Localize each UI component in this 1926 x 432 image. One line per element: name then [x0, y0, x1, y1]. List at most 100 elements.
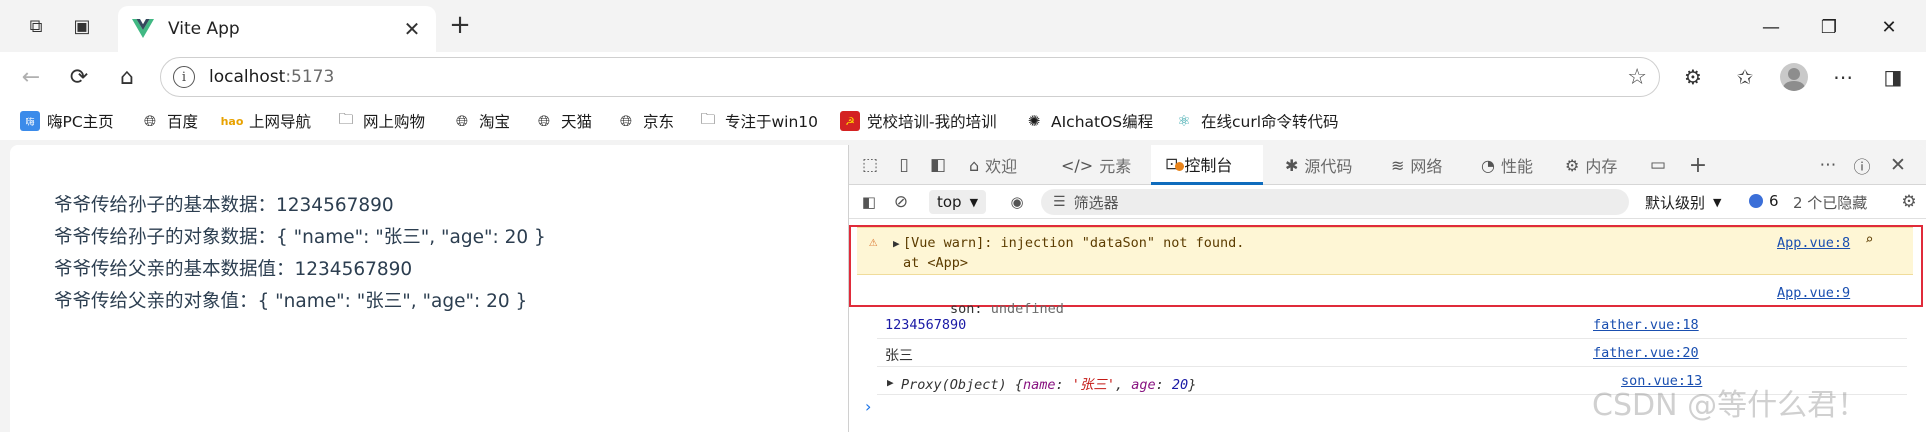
- back-icon[interactable]: ←: [14, 60, 48, 94]
- console-log-row[interactable]: ▶ Proxy(Object) {name: '张三', age: 20} so…: [877, 367, 1907, 395]
- separator: :: [1155, 377, 1172, 393]
- tab-network[interactable]: ≋ 网络: [1383, 145, 1469, 185]
- bookmark-taobao[interactable]: 🌐︎ 淘宝: [452, 109, 510, 133]
- warning-component-trace: at <App>: [903, 255, 969, 271]
- address-bar[interactable]: i localhost:5173 ☆: [160, 57, 1660, 97]
- bookmark-aichatos[interactable]: ✺ AIchatOS编程: [1024, 109, 1153, 133]
- issues-counter[interactable]: 6: [1749, 192, 1779, 210]
- console-warning-row[interactable]: ⚠ ▶ [Vue warn]: injection "dataSon" not …: [857, 227, 1913, 275]
- caret-down-icon: ▼: [969, 195, 979, 209]
- url-port: :5173: [285, 67, 335, 87]
- brace: }: [1188, 377, 1197, 393]
- tab-label: 网络: [1410, 157, 1443, 176]
- clear-console-icon[interactable]: ⊘: [889, 191, 913, 213]
- browser-tab[interactable]: Vite App ✕: [118, 6, 436, 52]
- issues-count: 6: [1769, 192, 1779, 210]
- tab-label: 欢迎: [985, 157, 1018, 176]
- device-emulation-icon[interactable]: ▯: [891, 152, 917, 178]
- log-level-select[interactable]: 默认级别 ▼: [1645, 192, 1721, 213]
- restore-icon[interactable]: ❐: [1812, 14, 1846, 40]
- bookmark-label: 京东: [643, 113, 675, 131]
- close-window-icon[interactable]: ✕: [1872, 14, 1906, 40]
- source-link[interactable]: son.vue:13: [1621, 373, 1702, 389]
- globe-icon: 🌐︎: [143, 112, 156, 130]
- source-link[interactable]: App.vue:9: [1777, 285, 1850, 301]
- console-sidebar-icon[interactable]: ◧: [857, 191, 881, 213]
- workspaces-icon[interactable]: ⧉: [22, 12, 50, 40]
- proxy-type: Proxy(Object): [901, 377, 1007, 393]
- help-icon[interactable]: ⓘ: [1849, 152, 1875, 178]
- console-settings-gear-icon[interactable]: ⚙: [1897, 191, 1921, 213]
- tab-elements[interactable]: </> 元素: [1053, 145, 1137, 185]
- dock-icon[interactable]: ◧: [925, 152, 951, 178]
- brace: {: [1014, 377, 1023, 393]
- tab-sources[interactable]: ✱ 源代码: [1277, 145, 1375, 185]
- log-level-value: 默认级别: [1645, 194, 1706, 212]
- tab-label: 元素: [1099, 157, 1132, 176]
- url-host: localhost: [209, 67, 286, 87]
- devtools-menu-icon[interactable]: ⋯: [1815, 152, 1841, 178]
- expand-triangle-icon[interactable]: ▶: [887, 376, 894, 389]
- devtools-panel: ⬚ ▯ ◧ ⌂ 欢迎 </> 元素 ⊡ 控制台 ✱ 源代码 ≋ 网络 ◔ 性能 ⚙ 内存 ▭ …: [848, 145, 1926, 432]
- source-link[interactable]: App.vue:8: [1777, 235, 1850, 251]
- more-options-icon[interactable]: ⋯: [1826, 60, 1860, 94]
- tab-performance[interactable]: ◔ 性能: [1473, 145, 1553, 185]
- new-tab-icon[interactable]: +: [446, 12, 474, 38]
- expand-triangle-icon[interactable]: ▶: [893, 237, 900, 250]
- bookmark-hipc[interactable]: 嗨 嗨PC主页: [20, 109, 114, 133]
- log-number-value: 1234567890: [885, 317, 967, 333]
- bookmark-shopping[interactable]: 🗀 网上购物: [336, 109, 425, 133]
- tab-actions-icon[interactable]: ▣: [68, 12, 96, 40]
- tab-label: 控制台: [1184, 155, 1233, 175]
- page-text-line: 爷爷传给父亲的基本数据值：1234567890: [54, 259, 413, 280]
- favorites-icon[interactable]: ✩: [1728, 60, 1762, 94]
- tab-memory[interactable]: ⚙ 内存: [1557, 145, 1639, 185]
- bookmark-label: 党校培训-我的培训: [867, 113, 997, 131]
- site-info-icon[interactable]: i: [173, 66, 195, 88]
- bookmark-baidu[interactable]: 🌐︎ 百度: [140, 109, 198, 133]
- close-devtools-icon[interactable]: ✕: [1885, 152, 1911, 178]
- console-icon: ⊡: [1165, 154, 1184, 173]
- context-select[interactable]: top ▼: [929, 190, 987, 214]
- issues-icon: [1749, 194, 1763, 208]
- application-icon[interactable]: ▭: [1645, 152, 1671, 178]
- source-link[interactable]: father.vue:18: [1593, 317, 1699, 333]
- minimize-icon[interactable]: —: [1754, 14, 1788, 40]
- warning-badge: [1175, 162, 1184, 171]
- openai-icon: ✺: [1027, 112, 1041, 130]
- favorite-star-icon[interactable]: ☆: [1627, 65, 1647, 90]
- tab-console[interactable]: ⊡ 控制台: [1151, 145, 1263, 185]
- source-link[interactable]: father.vue:20: [1593, 345, 1699, 361]
- bookmark-label: 网上购物: [363, 113, 426, 131]
- bookmark-party-school[interactable]: ☭ 党校培训-我的培训: [840, 109, 997, 133]
- hipc-icon: 嗨: [20, 111, 40, 131]
- search-icon[interactable]: ⌕: [1865, 232, 1873, 248]
- bookmark-jd[interactable]: 🌐︎ 京东: [616, 109, 674, 133]
- home-icon[interactable]: ⌂: [110, 60, 144, 94]
- bookmark-hao[interactable]: hao 上网导航: [221, 109, 311, 133]
- profile-avatar[interactable]: [1780, 63, 1808, 91]
- separator: :: [1055, 377, 1072, 393]
- inspect-icon[interactable]: ⬚: [857, 152, 883, 178]
- tab-welcome[interactable]: ⌂ 欢迎: [961, 145, 1047, 185]
- bookmark-label: 嗨PC主页: [47, 113, 114, 131]
- tab-label: 性能: [1500, 157, 1533, 176]
- page-viewport: 爷爷传给孙子的基本数据：1234567890 爷爷传给孙子的对象数据：{ "na…: [10, 145, 848, 432]
- extensions-icon[interactable]: ⚙: [1676, 60, 1710, 94]
- bookmark-curl[interactable]: ⚛ 在线curl命令转代码: [1174, 109, 1338, 133]
- more-tools-icon[interactable]: +: [1685, 152, 1711, 178]
- console-prompt-icon[interactable]: ›: [865, 397, 871, 416]
- live-expression-eye-icon[interactable]: ◉: [1005, 191, 1029, 213]
- globe-icon: 🌐︎: [619, 112, 632, 130]
- bookmark-label: AIchatOS编程: [1051, 113, 1154, 131]
- console-output: ⚠ ▶ [Vue warn]: injection "dataSon" not …: [849, 219, 1926, 432]
- refresh-icon[interactable]: ⟳: [62, 60, 96, 94]
- sidebar-toggle-icon[interactable]: ◨: [1876, 60, 1910, 94]
- close-tab-icon[interactable]: ✕: [402, 17, 422, 41]
- wifi-icon: ≋: [1391, 155, 1405, 175]
- console-filter-bar: ◧ ⊘ top ▼ ◉ ☰ 筛选器 默认级别 ▼ 6 2 个已隐藏 ⚙: [849, 185, 1926, 219]
- log-string-value: 张三: [885, 348, 913, 364]
- bookmark-win10[interactable]: 🗀 专注于win10: [698, 109, 818, 133]
- console-filter-input[interactable]: ☰ 筛选器: [1041, 189, 1629, 215]
- bookmark-tmall[interactable]: 🌐︎ 天猫: [534, 109, 592, 133]
